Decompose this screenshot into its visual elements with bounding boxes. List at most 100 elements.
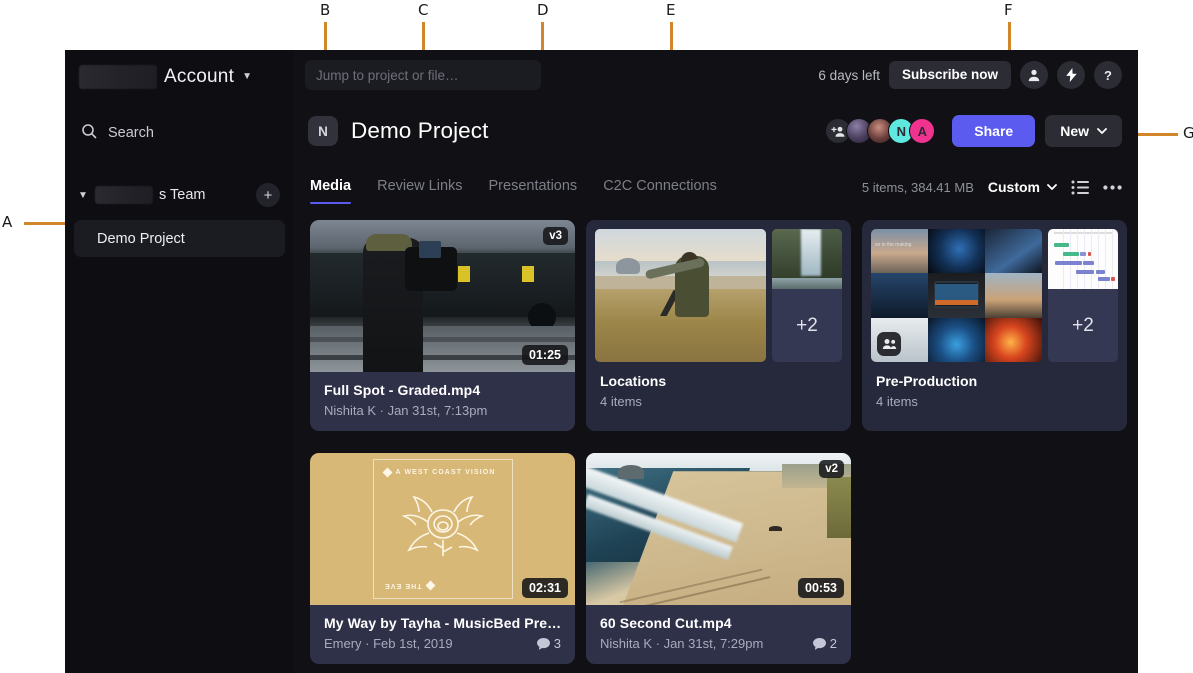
project-header-actions: N A Share New [825,115,1122,147]
card-subtitle: Nishita K · Jan 31st, 7:29pm 2 [600,636,837,651]
folder-overflow-count: +2 [772,289,842,362]
comment-count: 2 [813,636,837,651]
card-title: 60 Second Cut.mp4 [600,615,837,631]
account-name-redaction [79,65,157,89]
page-title: Demo Project [351,118,489,144]
team-group-row[interactable]: ▼ s Team + [65,178,294,212]
tab-bar: Media Review Links Presentations C2C Con… [294,162,1138,204]
card-info: 60 Second Cut.mp4 Nishita K · Jan 31st, … [586,605,851,664]
duration-badge: 00:53 [798,578,844,598]
search-label: Search [108,125,154,141]
card-info: Locations 4 items [595,362,842,414]
media-card-full-spot[interactable]: v3 01:25 Full Spot - Graded.mp4 Nishita … [310,220,575,431]
sidebar: Account ▼ Search ▼ s Team + Demo Project [65,50,294,673]
media-card-my-way[interactable]: A WEST COAST VISION [310,453,575,664]
search-icon [81,123,97,144]
card-title: Full Spot - Graded.mp4 [324,382,561,398]
comment-icon [537,638,550,650]
top-bar-actions: 6 days left Subscribe now ? [818,61,1122,89]
share-button[interactable]: Share [952,115,1035,147]
rose-illustration [388,484,498,574]
media-grid: v3 01:25 Full Spot - Graded.mp4 Nishita … [294,204,1138,664]
tab-c2c-connections[interactable]: C2C Connections [603,178,717,204]
chevron-down-icon: ▼ [242,72,252,82]
annotation-label-g: G [1183,126,1193,141]
card-info: My Way by Tayha - MusicBed Pre… Emery · … [310,605,575,664]
project-avatar: N [308,116,338,146]
folder-thumbnail-secondary [1048,229,1118,289]
thumbnail[interactable]: A WEST COAST VISION [310,453,575,605]
folder-thumbnails: se in the making [871,229,1118,362]
folder-thumbnail-side: +2 [772,229,842,362]
card-title: Pre-Production [876,373,1113,389]
tab-presentations[interactable]: Presentations [489,178,578,204]
annotation-label-c: C [418,3,428,18]
chevron-down-icon [1047,184,1057,191]
card-info: Full Spot - Graded.mp4 Nishita K · Jan 3… [310,372,575,431]
card-title: My Way by Tayha - MusicBed Pre… [324,615,561,631]
card-subtitle: 4 items [876,394,1113,409]
media-card-60-second-cut[interactable]: v2 00:53 60 Second Cut.mp4 Nishita K · J… [586,453,851,664]
folder-thumbnail-secondary [772,229,842,289]
search-input[interactable]: Jump to project or file… [305,60,541,90]
annotation-label-d: D [537,3,549,18]
folder-thumbnail-main [595,229,766,362]
trial-days-left: 6 days left [818,68,880,83]
person-icon[interactable] [1020,61,1048,89]
comment-icon [813,638,826,650]
tab-media[interactable]: Media [310,178,351,204]
new-button-label: New [1060,124,1089,138]
sidebar-search[interactable]: Search [65,114,294,152]
album-bottom-text: THE EVE [384,582,422,589]
annotation-label-b: B [320,3,330,18]
list-view-icon[interactable] [1071,180,1089,195]
add-project-button[interactable]: + [256,183,280,207]
new-button[interactable]: New [1045,115,1122,147]
annotation-label-f: F [1004,3,1013,18]
folder-thumbnail-main: se in the making [871,229,1042,362]
comment-count-label: 2 [830,636,837,651]
items-count-label: 5 items, 384.41 MB [862,180,974,195]
sort-select[interactable]: Custom [988,179,1057,195]
account-label: Account [164,66,234,88]
thumbnail[interactable]: v3 01:25 [310,220,575,372]
main-panel: Jump to project or file… 6 days left Sub… [294,50,1138,673]
lightning-bolt-icon[interactable] [1057,61,1085,89]
top-bar: Jump to project or file… 6 days left Sub… [294,50,1138,100]
folder-card-pre-production[interactable]: se in the making [862,220,1127,431]
duration-badge: 01:25 [522,345,568,365]
sidebar-item-demo-project[interactable]: Demo Project [74,220,285,257]
tabs: Media Review Links Presentations C2C Con… [310,178,717,204]
collaborator-avatars: N A [825,118,935,144]
comment-count: 3 [537,636,561,651]
team-label: s Team [159,187,205,203]
tab-review-links[interactable]: Review Links [377,178,462,204]
card-meta: Nishita K · Jan 31st, 7:29pm [600,636,763,651]
folder-overflow-count: +2 [1048,289,1118,362]
card-subtitle: 4 items [600,394,837,409]
subscribe-button[interactable]: Subscribe now [889,61,1011,89]
folder-card-locations[interactable]: +2 Locations 4 items [586,220,851,431]
more-horizontal-icon[interactable] [1103,185,1122,190]
duration-badge: 02:31 [522,578,568,598]
annotation-label-e: E [666,3,675,18]
view-toolbar: 5 items, 384.41 MB Custom [862,179,1122,204]
card-info: Pre-Production 4 items [871,362,1118,414]
card-subtitle: Emery · Feb 1st, 2019 3 [324,636,561,651]
folder-thumbnails: +2 [595,229,842,362]
version-badge: v2 [819,460,844,478]
card-subtitle: Nishita K · Jan 31st, 7:13pm [324,403,561,418]
app-window: Account ▼ Search ▼ s Team + Demo Project… [65,50,1138,673]
version-badge: v3 [543,227,568,245]
sort-select-label: Custom [988,179,1040,195]
help-question-icon[interactable]: ? [1094,61,1122,89]
account-switcher[interactable]: Account ▼ [65,54,294,100]
team-name-redaction [95,186,153,204]
folder-thumbnail-side: +2 [1048,229,1118,362]
chevron-down-icon[interactable]: ▼ [77,190,89,201]
thumbnail[interactable]: v2 00:53 [586,453,851,605]
avatar[interactable]: A [909,118,935,144]
card-meta: Nishita K · Jan 31st, 7:13pm [324,403,487,418]
sidebar-item-label: Demo Project [97,231,185,247]
album-top-text: A WEST COAST VISION [396,469,496,476]
